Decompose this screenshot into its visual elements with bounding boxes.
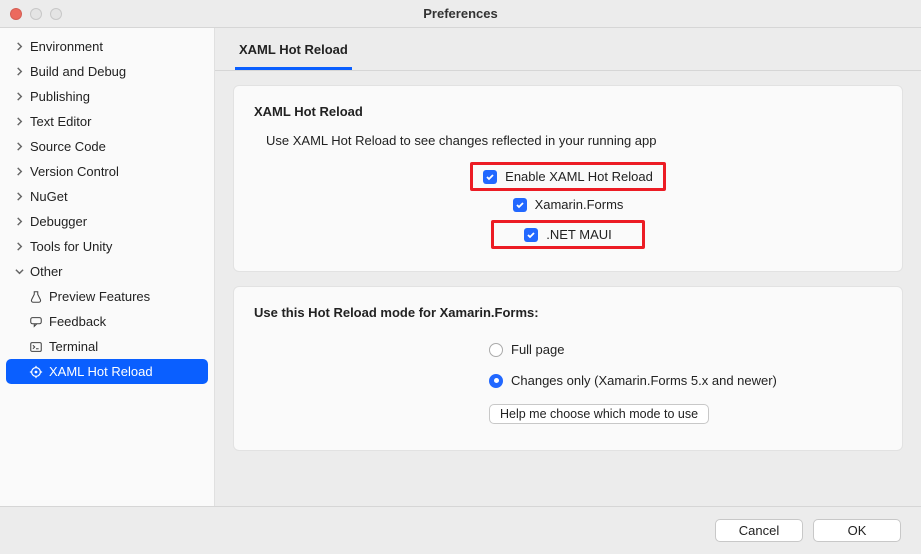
highlight-enable-hot-reload: Enable XAML Hot Reload: [470, 162, 666, 191]
sidebar-label: Publishing: [30, 89, 90, 104]
net-maui-checkbox[interactable]: [524, 228, 538, 242]
changes-only-radio[interactable]: [489, 374, 503, 388]
sidebar-label: Source Code: [30, 139, 106, 154]
sidebar-label: Version Control: [30, 164, 119, 179]
panel-hot-reload-mode: Use this Hot Reload mode for Xamarin.For…: [233, 286, 903, 451]
sidebar-item-preview-features[interactable]: Preview Features: [6, 284, 208, 309]
target-icon: [28, 364, 43, 379]
chevron-right-icon: [14, 242, 24, 252]
terminal-icon: [28, 339, 43, 354]
dialog-footer: Cancel OK: [0, 506, 921, 554]
chevron-right-icon: [14, 92, 24, 102]
sidebar-label: Environment: [30, 39, 103, 54]
sidebar-item-xaml-hot-reload[interactable]: XAML Hot Reload: [6, 359, 208, 384]
chevron-right-icon: [14, 67, 24, 77]
sidebar-item-publishing[interactable]: Publishing: [6, 84, 208, 109]
sidebar-item-terminal[interactable]: Terminal: [6, 334, 208, 359]
chevron-right-icon: [14, 142, 24, 152]
chevron-right-icon: [14, 42, 24, 52]
chevron-right-icon: [14, 192, 24, 202]
full-page-label: Full page: [511, 342, 564, 357]
chevron-right-icon: [14, 167, 24, 177]
sidebar-label: Terminal: [49, 339, 98, 354]
chevron-right-icon: [14, 217, 24, 227]
tab-bar: XAML Hot Reload: [215, 28, 921, 71]
sidebar-item-tools-unity[interactable]: Tools for Unity: [6, 234, 208, 259]
sidebar-label: NuGet: [30, 189, 68, 204]
cancel-button[interactable]: Cancel: [715, 519, 803, 542]
sidebar-label: Preview Features: [49, 289, 150, 304]
sidebar-label: XAML Hot Reload: [49, 364, 153, 379]
window-title: Preferences: [0, 6, 921, 21]
sidebar-label: Text Editor: [30, 114, 91, 129]
xamarin-forms-checkbox[interactable]: [513, 198, 527, 212]
section-title: XAML Hot Reload: [254, 104, 882, 119]
changes-only-label: Changes only (Xamarin.Forms 5.x and newe…: [511, 373, 777, 388]
enable-hot-reload-checkbox[interactable]: [483, 170, 497, 184]
sidebar-item-debugger[interactable]: Debugger: [6, 209, 208, 234]
enable-hot-reload-label: Enable XAML Hot Reload: [505, 169, 653, 184]
chevron-right-icon: [14, 117, 24, 127]
sidebar-label: Debugger: [30, 214, 87, 229]
sidebar-item-environment[interactable]: Environment: [6, 34, 208, 59]
sidebar-item-feedback[interactable]: Feedback: [6, 309, 208, 334]
xamarin-forms-label: Xamarin.Forms: [535, 197, 624, 212]
tab-xaml-hot-reload[interactable]: XAML Hot Reload: [235, 42, 352, 70]
content-area: XAML Hot Reload XAML Hot Reload Use XAML…: [215, 28, 921, 506]
ok-button[interactable]: OK: [813, 519, 901, 542]
net-maui-label: .NET MAUI: [546, 227, 612, 242]
section-description: Use XAML Hot Reload to see changes refle…: [266, 133, 882, 148]
sidebar-label: Other: [30, 264, 63, 279]
preferences-sidebar: Environment Build and Debug Publishing T…: [0, 28, 215, 506]
panel-xaml-hot-reload: XAML Hot Reload Use XAML Hot Reload to s…: [233, 85, 903, 272]
sidebar-item-other[interactable]: Other: [6, 259, 208, 284]
titlebar: Preferences: [0, 0, 921, 28]
sidebar-item-version-control[interactable]: Version Control: [6, 159, 208, 184]
speech-bubble-icon: [28, 314, 43, 329]
sidebar-label: Feedback: [49, 314, 106, 329]
help-choose-mode-button[interactable]: Help me choose which mode to use: [489, 404, 709, 424]
sidebar-label: Tools for Unity: [30, 239, 112, 254]
sidebar-item-nuget[interactable]: NuGet: [6, 184, 208, 209]
sidebar-label: Build and Debug: [30, 64, 126, 79]
chevron-down-icon: [14, 267, 24, 277]
full-page-radio[interactable]: [489, 343, 503, 357]
flask-icon: [28, 289, 43, 304]
sidebar-item-build-debug[interactable]: Build and Debug: [6, 59, 208, 84]
sidebar-item-text-editor[interactable]: Text Editor: [6, 109, 208, 134]
section-title: Use this Hot Reload mode for Xamarin.For…: [254, 305, 882, 320]
highlight-net-maui: .NET MAUI: [491, 220, 645, 249]
sidebar-item-source-code[interactable]: Source Code: [6, 134, 208, 159]
